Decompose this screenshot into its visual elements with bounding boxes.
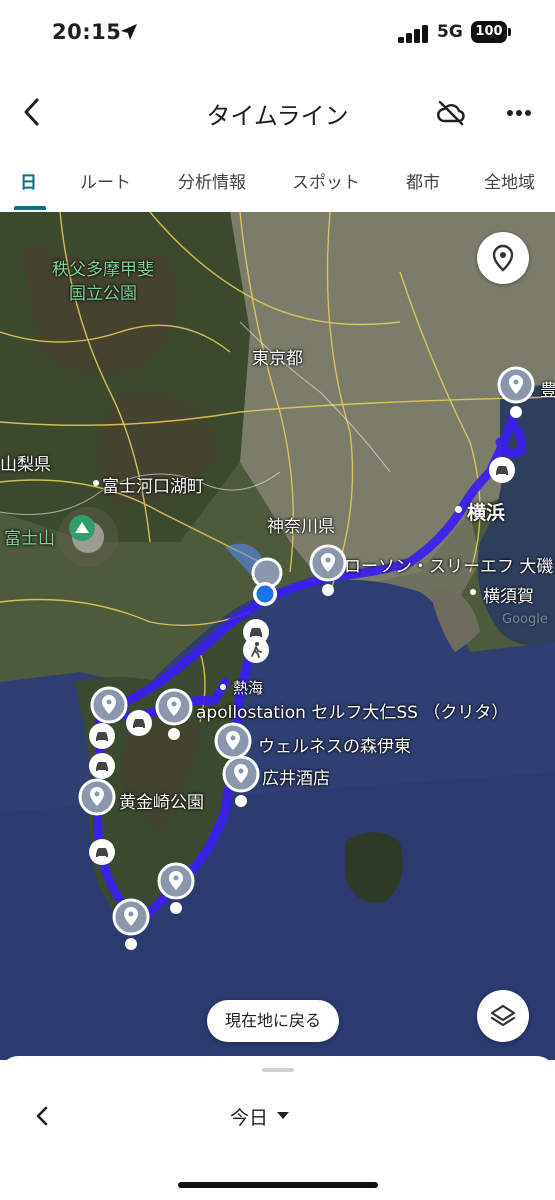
location-arrow-icon [121,24,137,40]
map-label-google: Google [502,612,548,627]
place-pin-icon[interactable] [497,366,535,420]
car-icon [89,723,115,749]
cloud-off-icon [437,100,465,126]
city-dot [220,684,226,690]
current-location-icon[interactable] [252,581,278,607]
town-dot [93,480,99,486]
map-label-kanagawa: 神奈川県 [267,517,335,537]
status-time: 20:15 [52,20,122,44]
place-pin-icon[interactable] [112,898,150,952]
battery-icon: 100 [471,21,511,43]
app-header: タイムライン [0,78,555,148]
map-terrain [0,212,555,1060]
location-pin-icon [492,244,514,272]
place-filter-button[interactable] [477,232,529,284]
tab-route[interactable]: ルート [80,168,131,193]
return-to-location-button[interactable]: 現在地に戻る [207,1000,340,1042]
map-label-koganezaki: 黄金崎公園 [119,793,204,813]
mountain-icon [69,515,95,541]
active-tab-indicator [14,206,46,210]
map-label-yamanashi: 山梨県 [0,455,51,475]
car-icon [126,710,152,736]
tab-all-regions[interactable]: 全地域 [484,168,535,193]
map-label-atami: 熱海 [233,679,264,697]
map-label-park: 秩父多摩甲斐 国立公園 [52,260,154,304]
more-options-button[interactable] [498,92,540,134]
date-selector[interactable]: 今日 [230,1100,290,1132]
sheet-drag-handle[interactable] [262,1068,294,1072]
place-pin-icon[interactable] [222,755,260,809]
map-label-wellness: ウェルネスの森伊東 [258,737,411,757]
tab-spots[interactable]: スポット [292,168,360,193]
battery-level: 100 [471,21,507,43]
cellular-signal-icon [398,25,428,43]
place-pin-icon[interactable] [155,688,193,742]
place-pin-icon[interactable] [309,544,347,598]
car-icon [89,753,115,779]
back-button[interactable] [12,92,52,132]
map-label-lawson: ローソン・スリーエフ 大磯 [344,557,554,577]
walking-icon [243,637,269,663]
status-bar: 20:15 5G 100 [0,0,555,66]
previous-day-button[interactable] [24,1098,60,1134]
map-label-fujikawaguchiko: 富士河口湖町 [102,477,204,497]
more-horizontal-icon [507,110,531,116]
place-pin-icon[interactable] [157,862,195,916]
place-pin-icon[interactable] [78,778,116,832]
tab-insights[interactable]: 分析情報 [178,168,246,193]
map-layers-button[interactable] [477,990,529,1042]
map-label-toyo: 豊 [540,381,555,401]
map-label-yokohama: 横浜 [467,502,506,524]
city-dot [470,589,476,595]
home-indicator [178,1182,378,1188]
city-dot [455,506,462,513]
map-label-tokyo: 東京都 [252,349,303,369]
car-icon [89,839,115,865]
map-label-hiroi: 広井酒店 [262,769,330,789]
chevron-left-icon [24,98,39,126]
cloud-off-button[interactable] [430,92,472,134]
tab-cities[interactable]: 都市 [406,168,440,193]
chevron-left-icon [36,1106,48,1126]
map-label-yokosuka: 横須賀 [483,587,534,607]
tab-day[interactable]: 日 [20,168,37,193]
map-label-fujisan: 富士山 [4,529,55,549]
dropdown-arrow-icon [277,1112,290,1119]
bottom-sheet: 今日 [0,1056,555,1200]
date-label: 今日 [230,1106,269,1129]
layers-icon [490,1004,516,1027]
network-type: 5G [437,22,463,42]
tab-bar: 日 ルート 分析情報 スポット 都市 全地域 [0,160,555,212]
map-label-apollostation: apollostation セルフ大仁SS （クリタ） [196,703,509,723]
timeline-map[interactable]: 秩父多摩甲斐 国立公園 東京都 山梨県 富士河口湖町 富士山 神奈川県 横浜 横… [0,212,555,1060]
car-icon [489,457,515,483]
